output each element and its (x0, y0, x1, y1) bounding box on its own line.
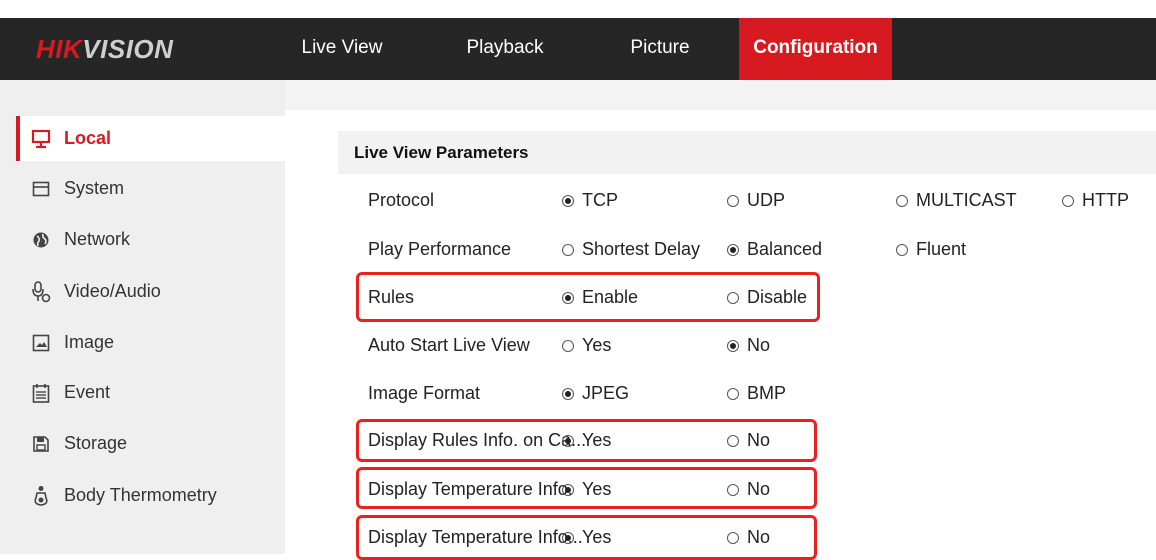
rules-option-enable[interactable]: Enable (562, 287, 638, 308)
image-icon (30, 332, 52, 354)
section-header: Live View Parameters (338, 131, 1156, 174)
sidebar-item-label: Video/Audio (64, 281, 161, 301)
sidebar-item-label: System (64, 178, 125, 198)
display-rules-option-no[interactable]: No (727, 430, 770, 451)
globe-icon (30, 229, 52, 251)
radio-button[interactable] (562, 387, 574, 400)
radio-button[interactable] (562, 243, 574, 256)
image-format-option-bmp[interactable]: BMP (727, 383, 786, 404)
sidebar-item-body-thermometry[interactable]: Body Thermometry (16, 473, 285, 518)
thermometer-icon (30, 485, 52, 507)
sidebar-item-label: Storage (64, 433, 128, 453)
sidebar-item-label: Network (64, 229, 131, 249)
radio-button[interactable] (727, 434, 739, 447)
auto-start-option-no[interactable]: No (727, 335, 770, 356)
radio-button[interactable] (727, 194, 739, 207)
sidebar: Local System Network Video/Audio Image E… (0, 80, 289, 554)
hikvision-logo: HIKVISION (36, 34, 174, 64)
sidebar-item-video-audio[interactable]: Video/Audio (16, 269, 285, 314)
content-top-strip (285, 80, 1156, 110)
display-rules-info-label: Display Rules Info. on Ca... (368, 430, 587, 450)
radio-button[interactable] (562, 531, 574, 544)
display-temperature-2-option-no[interactable]: No (727, 527, 770, 548)
tab-playback[interactable]: Playback (455, 18, 555, 80)
auto-start-live-view-label: Auto Start Live View (368, 335, 530, 355)
radio-button[interactable] (896, 243, 908, 256)
system-icon (30, 178, 52, 200)
sidebar-item-image[interactable]: Image (16, 320, 285, 365)
rules-label: Rules (368, 287, 415, 307)
radio-button[interactable] (562, 483, 574, 496)
sidebar-item-local[interactable]: Local (16, 116, 289, 161)
radio-button[interactable] (727, 243, 739, 256)
image-format-option-jpeg[interactable]: JPEG (562, 383, 629, 404)
radio-button[interactable] (727, 531, 739, 544)
top-bar: HIKVISION Live View Playback Picture Con… (0, 0, 1156, 80)
display-temperature-info-label: Display Temperature Info. (368, 479, 573, 499)
tab-configuration[interactable]: Configuration (739, 18, 892, 80)
auto-start-option-yes[interactable]: Yes (562, 335, 611, 356)
radio-button[interactable] (727, 291, 739, 304)
sidebar-item-storage[interactable]: Storage (16, 421, 285, 466)
display-rules-option-yes[interactable]: Yes (562, 430, 611, 451)
calendar-icon (30, 382, 52, 404)
display-temperature-2-option-yes[interactable]: Yes (562, 527, 611, 548)
protocol-option-multicast[interactable]: MULTICAST (896, 190, 1017, 211)
sidebar-item-label: Body Thermometry (64, 485, 217, 505)
monitor-icon (30, 128, 52, 150)
rules-option-disable[interactable]: Disable (727, 287, 807, 308)
radio-button[interactable] (562, 434, 574, 447)
play-performance-option-shortest-delay[interactable]: Shortest Delay (562, 239, 700, 260)
display-temperature-option-no[interactable]: No (727, 479, 770, 500)
radio-button[interactable] (562, 291, 574, 304)
radio-button[interactable] (727, 339, 739, 352)
image-format-label: Image Format (368, 383, 481, 403)
tab-live-view[interactable]: Live View (290, 18, 394, 80)
sidebar-item-network[interactable]: Network (16, 217, 285, 262)
radio-button[interactable] (562, 339, 574, 352)
sidebar-item-label: Event (64, 382, 111, 402)
sidebar-item-label: Image (64, 332, 115, 352)
radio-button[interactable] (727, 483, 739, 496)
radio-button[interactable] (727, 387, 739, 400)
protocol-option-udp[interactable]: UDP (727, 190, 785, 211)
display-temperature-info-2-label: Display Temperature Info... (368, 527, 583, 547)
sidebar-item-system[interactable]: System (16, 166, 285, 211)
display-temperature-option-yes[interactable]: Yes (562, 479, 611, 500)
radio-button[interactable] (896, 194, 908, 207)
play-performance-option-fluent[interactable]: Fluent (896, 239, 966, 260)
play-performance-label: Play Performance (368, 239, 512, 259)
tab-picture[interactable]: Picture (620, 18, 700, 80)
protocol-option-http[interactable]: HTTP (1062, 190, 1129, 211)
microphone-icon (30, 280, 52, 303)
protocol-label: Protocol (368, 190, 435, 210)
radio-button[interactable] (1062, 194, 1074, 207)
section-title: Live View Parameters (354, 143, 529, 162)
disk-icon (30, 433, 52, 455)
sidebar-item-label: Local (64, 128, 112, 148)
sidebar-item-event[interactable]: Event (16, 370, 285, 415)
protocol-option-tcp[interactable]: TCP (562, 190, 618, 211)
play-performance-option-balanced[interactable]: Balanced (727, 239, 822, 260)
radio-button[interactable] (562, 194, 574, 207)
